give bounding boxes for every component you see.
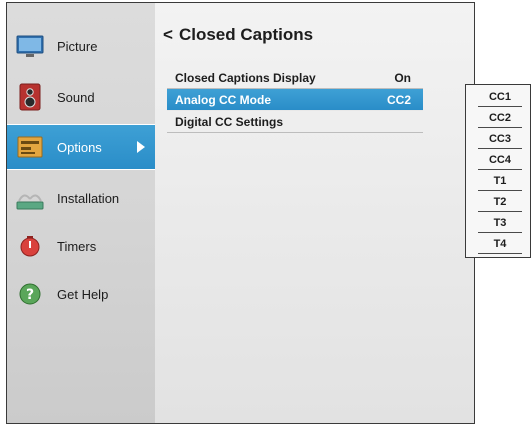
page-title: Closed Captions (178, 25, 314, 44)
options-icon (13, 132, 47, 162)
dropdown-option-cc2[interactable]: CC2 (478, 108, 522, 128)
arrow-right-icon (137, 141, 145, 153)
menu-row-label: Digital CC Settings (175, 114, 284, 129)
sidebar-item-picture[interactable]: Picture (7, 23, 155, 69)
dropdown-option-cc4[interactable]: CC4 (478, 150, 522, 170)
svg-text:?: ? (26, 287, 34, 303)
menu-row-value: CC2 (386, 92, 411, 107)
dropdown-option-t4[interactable]: T4 (478, 234, 522, 254)
sidebar-item-label: Installation (57, 190, 120, 206)
help-icon: ? (13, 279, 47, 309)
installation-icon (13, 183, 47, 213)
cc-mode-dropdown: CC1 CC2 CC3 CC4 T1 T2 T3 T4 (465, 84, 531, 258)
main-panel: < Closed Captions Closed Captions Displa… (155, 3, 474, 423)
sidebar-item-options[interactable]: Options (7, 124, 155, 170)
menu-row-digital-cc-settings[interactable]: Digital CC Settings (167, 111, 423, 133)
dropdown-option-cc3[interactable]: CC3 (478, 129, 522, 149)
sidebar: Picture Sound Options Installation Timer… (7, 3, 155, 423)
dropdown-option-t3[interactable]: T3 (478, 213, 522, 233)
speaker-icon (13, 82, 47, 112)
menu-row-analog-cc-mode[interactable]: Analog CC Mode CC2 (167, 89, 423, 111)
sidebar-item-label: Picture (57, 38, 98, 54)
sidebar-item-get-help[interactable]: ? Get Help (7, 271, 155, 317)
back-button[interactable]: < (163, 25, 173, 45)
sidebar-item-sound[interactable]: Sound (7, 74, 155, 120)
settings-window: Picture Sound Options Installation Timer… (6, 2, 475, 424)
dropdown-option-cc1[interactable]: CC1 (478, 87, 522, 107)
sidebar-item-label: Get Help (57, 286, 109, 302)
tv-icon (13, 31, 47, 61)
timer-icon (13, 231, 47, 261)
sidebar-item-label: Sound (57, 89, 95, 105)
title-row: < Closed Captions (163, 25, 313, 45)
sidebar-item-label: Timers (57, 238, 97, 254)
menu-row-label: Analog CC Mode (175, 92, 271, 107)
dropdown-option-t2[interactable]: T2 (478, 192, 522, 212)
dropdown-option-t1[interactable]: T1 (478, 171, 522, 191)
sidebar-item-timers[interactable]: Timers (7, 223, 155, 269)
sidebar-item-label: Options (57, 139, 102, 155)
sidebar-item-installation[interactable]: Installation (7, 175, 155, 221)
menu-row-value: On (394, 70, 411, 85)
menu-row-label: Closed Captions Display (175, 70, 316, 85)
menu-row-closed-captions-display[interactable]: Closed Captions Display On (167, 67, 423, 89)
